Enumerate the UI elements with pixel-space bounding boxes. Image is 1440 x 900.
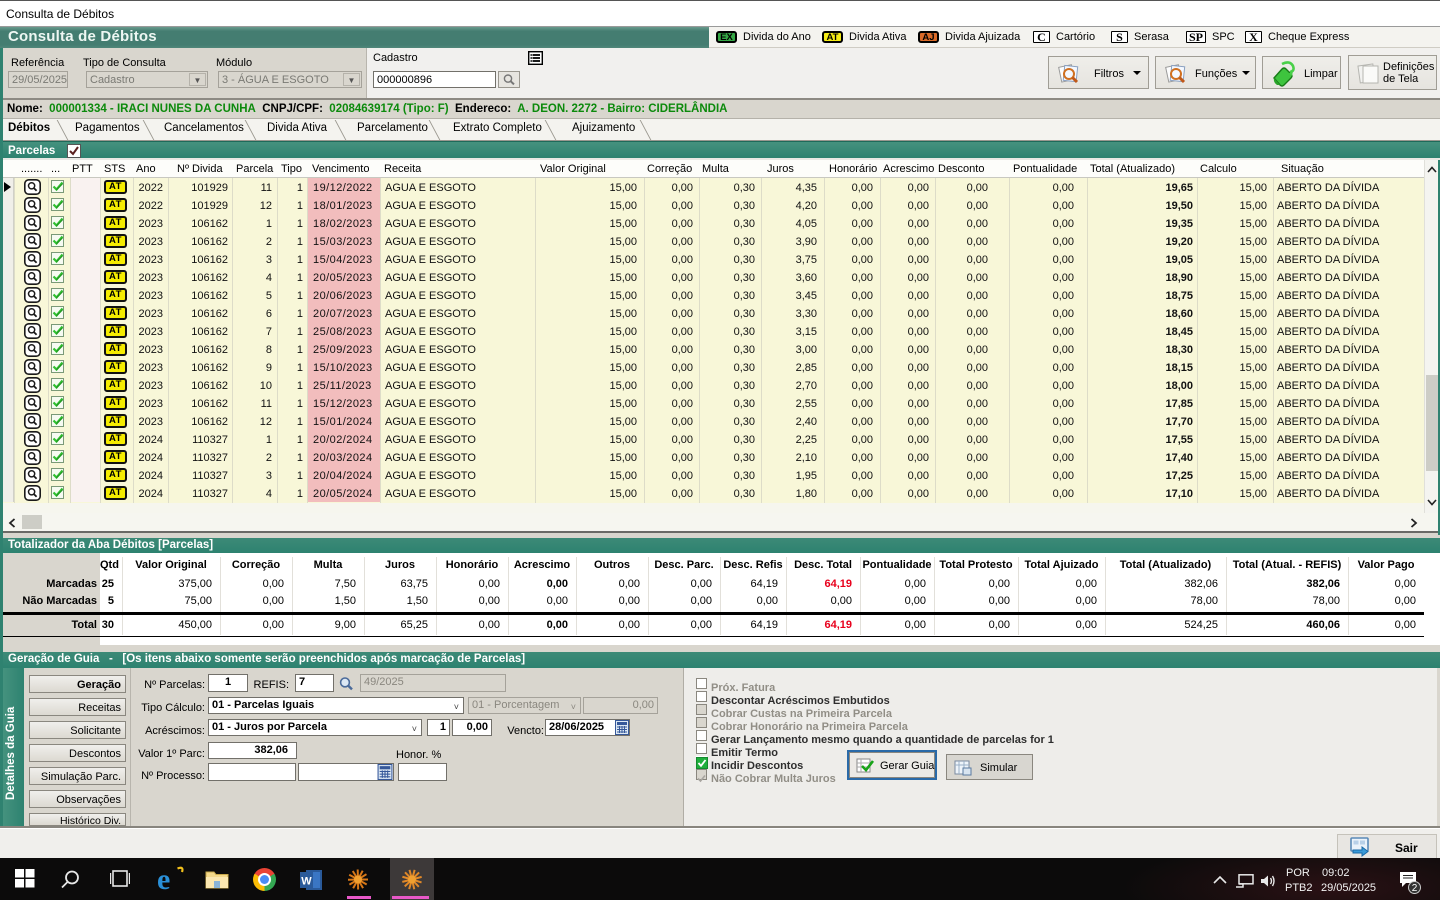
svg-text:W: W	[301, 876, 312, 888]
svg-text:e: e	[157, 865, 170, 892]
